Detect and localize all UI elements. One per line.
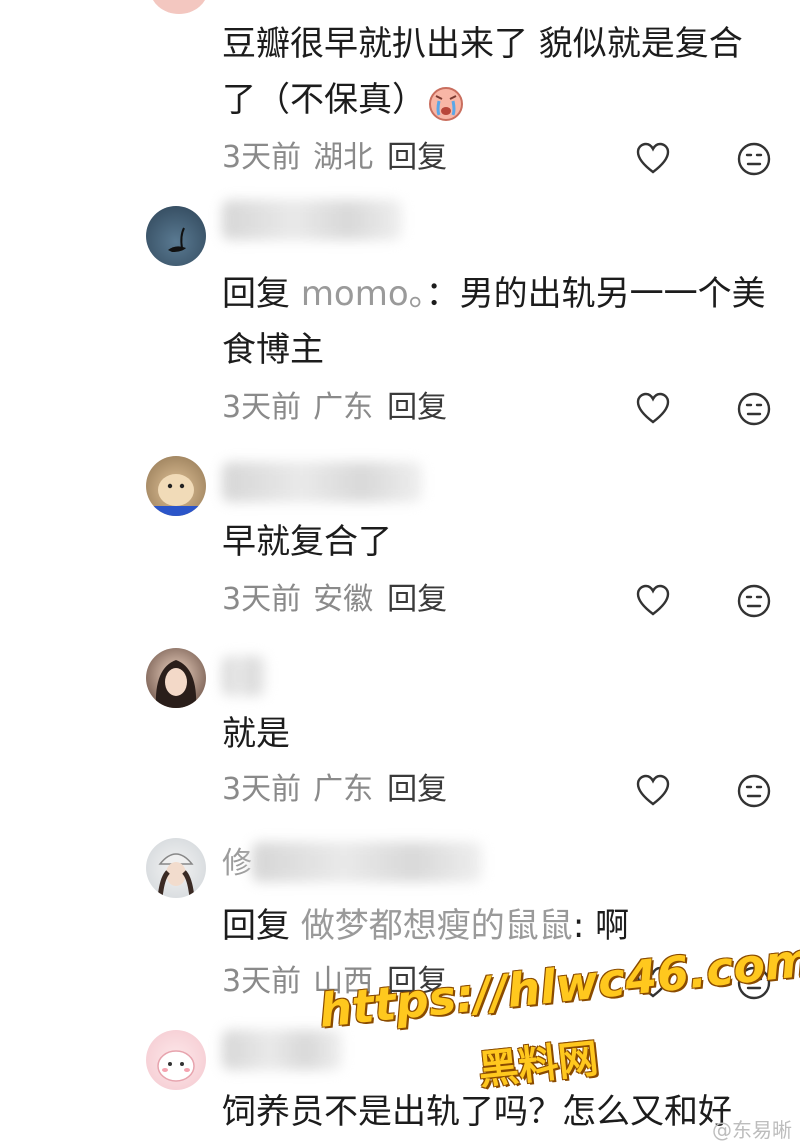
reply-button[interactable]: 回复 xyxy=(387,772,447,807)
user-avatar[interactable] xyxy=(146,206,206,266)
like-heart-icon[interactable] xyxy=(636,774,670,808)
portrait-avatar-icon xyxy=(155,660,197,708)
like-heart-icon[interactable] xyxy=(636,584,670,618)
reply-button[interactable]: 回复 xyxy=(387,582,447,617)
source-credit: @东易晰 xyxy=(712,1118,792,1142)
like-heart-icon[interactable] xyxy=(636,392,670,426)
reply-button[interactable]: 回复 xyxy=(387,140,447,175)
username-blurred xyxy=(222,462,422,502)
reply-target-name[interactable]: momo。 xyxy=(301,274,426,314)
comment-location: 广东 xyxy=(313,772,374,807)
reaction-face-icon[interactable] xyxy=(737,142,771,176)
user-avatar[interactable] xyxy=(146,1030,206,1090)
comment-location: 湖北 xyxy=(313,140,374,175)
cartoon-avatar-icon xyxy=(157,1050,195,1082)
comment-meta: 3天前 广东 回复 xyxy=(222,770,447,810)
reaction-face-icon[interactable] xyxy=(737,774,771,808)
comment-time: 3天前 xyxy=(222,390,302,425)
swan-avatar-icon xyxy=(168,227,186,252)
comment-text: 就是 xyxy=(222,714,290,754)
username-blurred xyxy=(222,200,402,240)
cap-girl-avatar-icon xyxy=(157,853,195,898)
reaction-face-icon[interactable] xyxy=(737,392,771,426)
reply-target-name[interactable]: 做梦都想瘦的鼠鼠 xyxy=(301,906,573,946)
username-blurred xyxy=(252,842,482,882)
comment-location: 广东 xyxy=(313,390,374,425)
like-heart-icon[interactable] xyxy=(636,142,670,176)
comment-meta: 3天前 安徽 回复 xyxy=(222,580,447,620)
comment-location: 安徽 xyxy=(313,582,374,617)
user-avatar[interactable] xyxy=(146,648,206,708)
reaction-face-icon[interactable] xyxy=(737,584,771,618)
comment-time: 3天前 xyxy=(222,582,302,617)
comment-time: 3天前 xyxy=(222,772,302,807)
comment-text: 回复 momo。：男的出轨另一一个美食博主 xyxy=(222,274,766,370)
comment-text: 早就复合了 xyxy=(222,522,392,562)
reply-button[interactable]: 回复 xyxy=(387,390,447,425)
comment-text: 豆瓣很早就扒出来了 貌似就是复合了（不保真） xyxy=(222,24,743,121)
username-blurred xyxy=(222,656,266,696)
top-avatar-fragment[interactable] xyxy=(150,0,208,14)
comment-meta: 3天前 广东 回复 xyxy=(222,388,447,428)
comment-time: 3天前 xyxy=(222,140,302,175)
cat-avatar-icon xyxy=(146,474,206,516)
username-fragment: 修 xyxy=(222,846,252,881)
crying-face-emoji-icon xyxy=(429,86,463,121)
user-avatar[interactable] xyxy=(146,838,206,898)
comment-time: 3天前 xyxy=(222,964,302,999)
comment-meta: 3天前 湖北 回复 xyxy=(222,138,447,178)
user-avatar[interactable] xyxy=(146,456,206,516)
